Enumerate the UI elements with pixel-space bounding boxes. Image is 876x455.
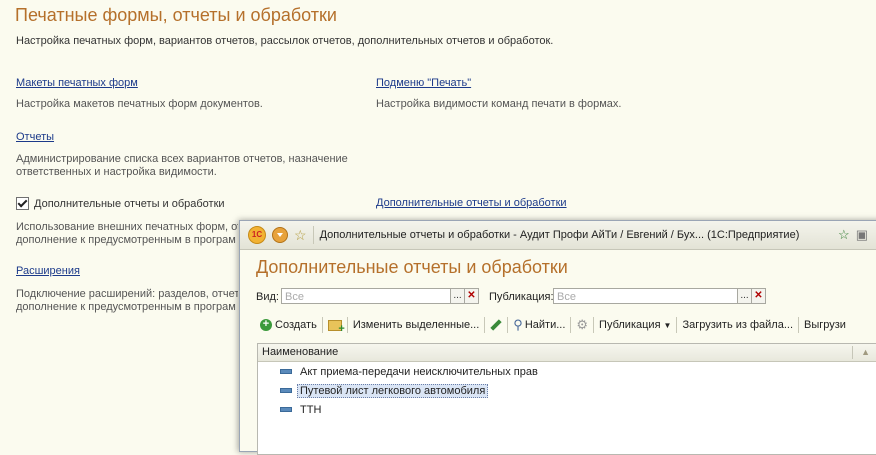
dop-reports-checkbox-label: Дополнительные отчеты и обработки [34, 197, 225, 210]
plus-icon: + [260, 319, 272, 331]
row-name: ТТН [300, 403, 322, 416]
titlebar-separator [312, 226, 314, 244]
publication-clear-button[interactable]: ✕ [751, 288, 766, 304]
1c-logo-icon[interactable]: 1С [248, 226, 266, 244]
additional-reports-window: 1С ☆ Дополнительные отчеты и обработки -… [239, 220, 876, 455]
checkbox-checked-icon[interactable] [16, 197, 29, 210]
dop-reports-checkbox[interactable]: Дополнительные отчеты и обработки [16, 197, 225, 210]
toolbar-separator [593, 317, 595, 333]
table-row[interactable]: ТТН [258, 400, 876, 419]
rasshireniya-link[interactable]: Расширения [16, 265, 80, 277]
window-toolbar: + Создать Изменить выделенные... ⚲ Найти… [240, 315, 876, 335]
publication-select-button[interactable]: ... [737, 288, 752, 304]
podmenu-print-link[interactable]: Подменю "Печать" [376, 77, 471, 89]
pencil-icon [490, 319, 502, 331]
change-selected-button[interactable]: Изменить выделенные... [353, 319, 479, 331]
table-row-selected[interactable]: Путевой лист легкового автомобиля [258, 381, 876, 400]
chevron-down-icon: ▼ [663, 320, 672, 330]
create-button[interactable]: + Создать [260, 319, 317, 331]
window-heading: Дополнительные отчеты и обработки [256, 257, 568, 277]
create-folder-button[interactable] [327, 319, 345, 335]
column-separator [852, 346, 853, 359]
row-name: Путевой лист легкового автомобиля [297, 383, 489, 398]
makety-description: Настройка макетов печатных форм документ… [16, 98, 263, 110]
row-name: Акт приема-передачи неисключительных пра… [300, 365, 538, 378]
toolbar-separator [346, 317, 348, 333]
table-header[interactable]: Наименование ▲ [258, 344, 876, 362]
vid-clear-button[interactable]: ✕ [464, 288, 479, 304]
unload-button[interactable]: Выгрузи [804, 319, 846, 331]
vid-input[interactable]: Все [281, 288, 451, 304]
favorite-star-icon[interactable]: ☆ [294, 227, 307, 244]
search-icon: ⚲ [513, 317, 523, 332]
rasshireniya-description-line1: Подключение расширений: разделов, отчет [16, 288, 238, 300]
dop-reports-link[interactable]: Дополнительные отчеты и обработки [376, 197, 567, 209]
load-from-file-button[interactable]: Загрузить из файла... [682, 319, 793, 331]
rasshireniya-description-line2: дополнение к предусмотренным в програм [16, 301, 236, 313]
item-icon [280, 369, 292, 374]
sort-ascending-icon: ▲ [861, 347, 870, 357]
reports-table: Наименование ▲ Акт приема-передачи неиск… [257, 343, 876, 455]
item-icon [280, 407, 292, 412]
publication-input[interactable]: Все [553, 288, 738, 304]
otchety-description-line1: Администрирование списка всех вариантов … [16, 153, 348, 165]
makety-link[interactable]: Макеты печатных форм [16, 77, 138, 89]
create-button-label: Создать [275, 319, 317, 331]
add-to-favorites-icon[interactable]: ☆ [838, 227, 850, 243]
page-title: Печатные формы, отчеты и обработки [15, 5, 337, 25]
column-header-name[interactable]: Наименование [262, 346, 338, 358]
info-icon[interactable]: ▣ [856, 227, 868, 243]
find-button[interactable]: ⚲ Найти... [513, 317, 565, 333]
publication-menu-label: Публикация [599, 319, 661, 331]
cancel-search-icon: ⚙ [576, 317, 589, 332]
window-title: Дополнительные отчеты и обработки - Ауди… [319, 229, 800, 241]
edit-button[interactable] [490, 319, 502, 331]
item-icon [280, 388, 292, 393]
vid-select-button[interactable]: ... [450, 288, 465, 304]
podmenu-description: Настройка видимости команд печати в форм… [376, 98, 622, 110]
table-row[interactable]: Акт приема-передачи неисключительных пра… [258, 362, 876, 381]
otchety-description-line2: ответственных и настройка видимости. [16, 166, 217, 178]
toolbar-separator [798, 317, 799, 333]
cancel-search-button[interactable]: ⚙ [576, 317, 588, 333]
publication-label: Публикация: [489, 291, 554, 303]
page-subtitle: Настройка печатных форм, вариантов отчет… [16, 35, 554, 47]
find-button-label: Найти... [524, 319, 566, 331]
dop-description-line2: дополнение к предусмотренным в програм [16, 234, 236, 246]
toolbar-separator [484, 317, 486, 333]
window-menu-icon[interactable] [272, 227, 288, 243]
add-folder-icon [327, 319, 345, 335]
dop-description-line1: Использование внешних печатных форм, от [16, 221, 238, 233]
otchety-link[interactable]: Отчеты [16, 131, 54, 143]
window-titlebar: 1С ☆ Дополнительные отчеты и обработки -… [240, 221, 876, 250]
toolbar-separator [507, 317, 509, 333]
toolbar-separator [321, 317, 323, 333]
vid-label: Вид: [256, 291, 279, 303]
toolbar-separator [570, 317, 572, 333]
publication-menu-button[interactable]: Публикация ▼ [599, 319, 671, 331]
toolbar-separator [676, 317, 678, 333]
